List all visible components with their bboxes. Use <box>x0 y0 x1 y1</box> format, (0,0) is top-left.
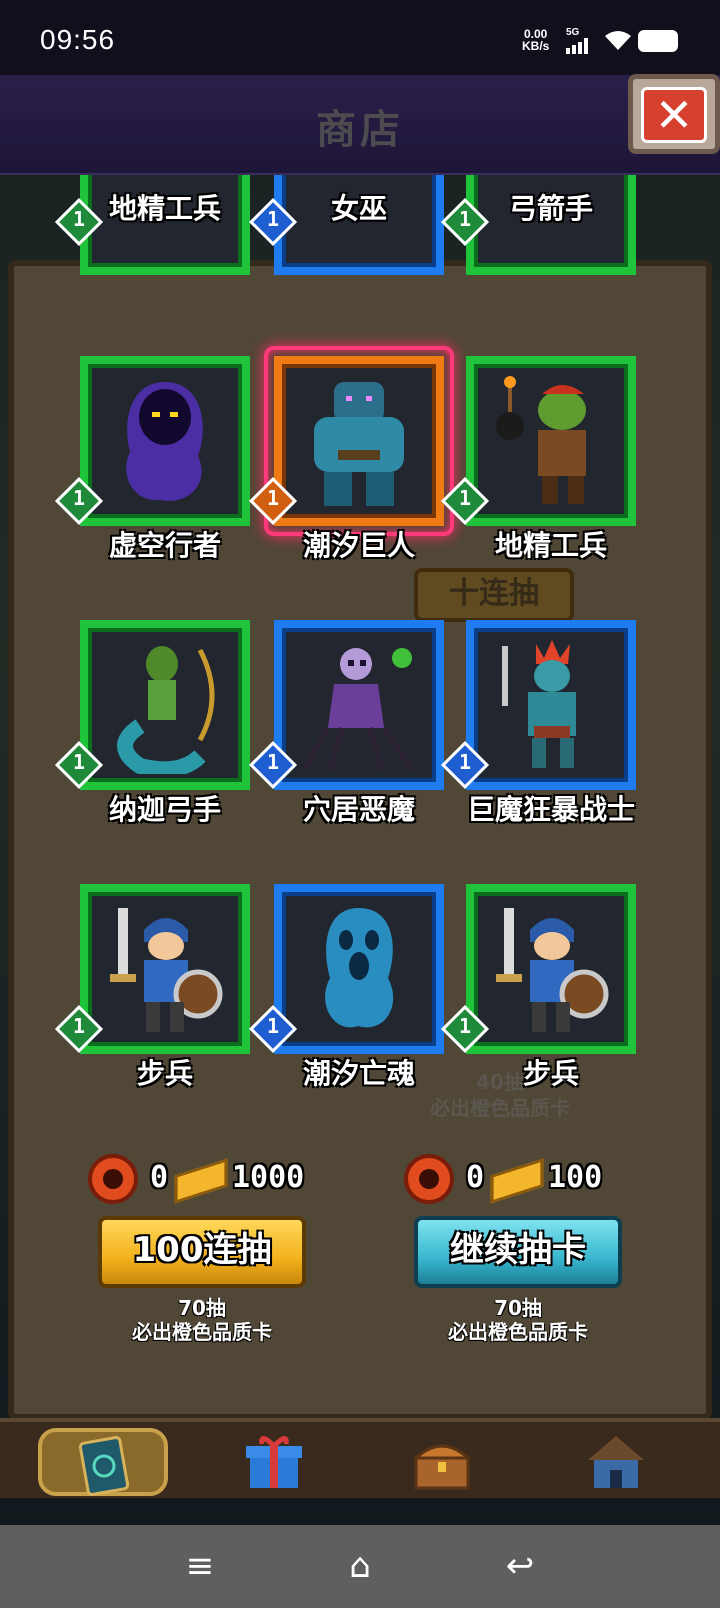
game-bottom-nav <box>0 1418 720 1498</box>
card-name: 地精工兵 <box>108 192 221 225</box>
right-cost-row: 0 100 <box>404 1152 624 1208</box>
card-cave-demon[interactable]: 1 穴居恶魔 <box>248 620 444 826</box>
close-icon: ✕ <box>641 87 707 143</box>
card-name: 纳迦弓手 <box>108 793 221 826</box>
net-speed-unit: KB/s <box>522 39 550 53</box>
card-partial-3[interactable]: 1 弓箭手 <box>440 175 636 275</box>
gold-cost: 100 <box>548 1160 603 1195</box>
gold-cost: 1000 <box>232 1160 305 1195</box>
draw-100-button[interactable]: 100连抽 <box>98 1216 306 1288</box>
card-partial-1[interactable]: 1 地精工兵 <box>54 175 250 275</box>
card-row-partial: 1 地精工兵 1 女巫 1 弓箭手 <box>0 175 720 295</box>
infantry-icon <box>110 908 223 1032</box>
battery-icon <box>638 30 678 52</box>
home-icon[interactable]: ⌂ <box>330 1543 390 1589</box>
level-badge-icon: 1 <box>440 740 490 790</box>
card-name: 地精工兵 <box>494 529 607 562</box>
card-tide-giant[interactable]: 1 潮汐巨人 <box>248 346 454 562</box>
card-naga-archer[interactable]: 1 纳迦弓手 <box>54 620 250 826</box>
draw-note-line2: 必出橙色品质卡 <box>132 1320 272 1344</box>
network-type: 5G <box>566 27 580 38</box>
card-name: 潮汐巨人 <box>302 529 415 562</box>
left-cost-row: 0 1000 <box>88 1152 328 1208</box>
card-name: 弓箭手 <box>508 192 593 225</box>
card-deck-icon <box>78 1436 130 1496</box>
troll-berserker-icon <box>502 640 576 768</box>
demon-token-icon <box>404 1154 454 1204</box>
card-partial-2[interactable]: 1 女巫 <box>248 175 444 275</box>
void-walker-icon <box>126 382 203 501</box>
tide-giant-icon <box>314 382 404 506</box>
back-icon[interactable]: ↩ <box>490 1543 550 1589</box>
signal-icon <box>566 38 596 54</box>
continue-draw-button[interactable]: 继续抽卡 <box>414 1216 622 1288</box>
level-badge-icon: 1 <box>440 476 490 526</box>
menu-icon[interactable]: ≡ <box>170 1543 230 1589</box>
card-infantry-2[interactable]: 1 步兵 <box>440 884 636 1090</box>
card-troll-berserker[interactable]: 1 巨魔狂暴战士 <box>440 620 636 826</box>
card-goblin-sapper[interactable]: 1 地精工兵 <box>440 356 636 562</box>
level-badge-icon: 1 <box>248 476 298 526</box>
level-badge-icon: 1 <box>440 1004 490 1054</box>
level-badge-icon: 1 <box>248 1004 298 1054</box>
shop-header: 商店 <box>0 75 720 175</box>
treasure-chest-icon <box>412 1444 472 1490</box>
token-count: 0 <box>466 1160 485 1195</box>
card-name: 步兵 <box>522 1057 579 1090</box>
demon-token-icon <box>88 1154 138 1204</box>
net-speed: 0.00 KB/s <box>522 28 549 52</box>
card-void-walker[interactable]: 1 虚空行者 <box>54 356 250 562</box>
tide-wraith-icon <box>325 908 394 1028</box>
draw-note-line2: 必出橙色品质卡 <box>448 1320 588 1344</box>
card-name: 巨魔狂暴战士 <box>466 793 635 826</box>
close-button[interactable]: ✕ <box>628 74 720 154</box>
card-name: 穴居恶魔 <box>302 793 415 826</box>
card-infantry-1[interactable]: 1 步兵 <box>54 884 250 1090</box>
nav-hut[interactable] <box>552 1428 682 1496</box>
page-title: 商店 <box>316 107 404 153</box>
status-bar: 09:56 0.00 KB/s 5G <box>0 0 720 75</box>
wifi-icon <box>605 31 631 50</box>
level-badge-icon: 1 <box>54 476 104 526</box>
naga-archer-icon <box>117 646 215 774</box>
draw-note-line1: 70抽 <box>494 1296 542 1320</box>
level-badge-icon: 1 <box>248 740 298 790</box>
gift-box-icon <box>246 1436 302 1488</box>
level-badge-icon: 1 <box>54 1004 104 1054</box>
system-nav-bar: ≡ ⌂ ↩ <box>0 1525 720 1608</box>
status-time: 09:56 <box>40 24 116 55</box>
nav-cards[interactable] <box>38 1428 168 1496</box>
goblin-sapper-icon <box>496 376 586 504</box>
nav-chest[interactable] <box>378 1428 508 1496</box>
card-name: 潮汐亡魂 <box>302 1057 415 1090</box>
cave-demon-icon <box>301 648 415 772</box>
draw-note-line1: 70抽 <box>178 1296 226 1320</box>
infantry-icon <box>496 908 609 1032</box>
gold-bar-icon <box>174 1158 228 1204</box>
card-name: 女巫 <box>330 192 387 225</box>
token-count: 0 <box>150 1160 169 1195</box>
card-name: 虚空行者 <box>108 529 221 562</box>
gold-bar-icon <box>490 1158 544 1204</box>
nav-gifts[interactable] <box>210 1428 340 1496</box>
card-name: 步兵 <box>136 1057 193 1090</box>
level-badge-icon: 1 <box>54 740 104 790</box>
card-tide-wraith[interactable]: 1 潮汐亡魂 <box>248 884 444 1090</box>
hut-icon <box>588 1436 644 1488</box>
